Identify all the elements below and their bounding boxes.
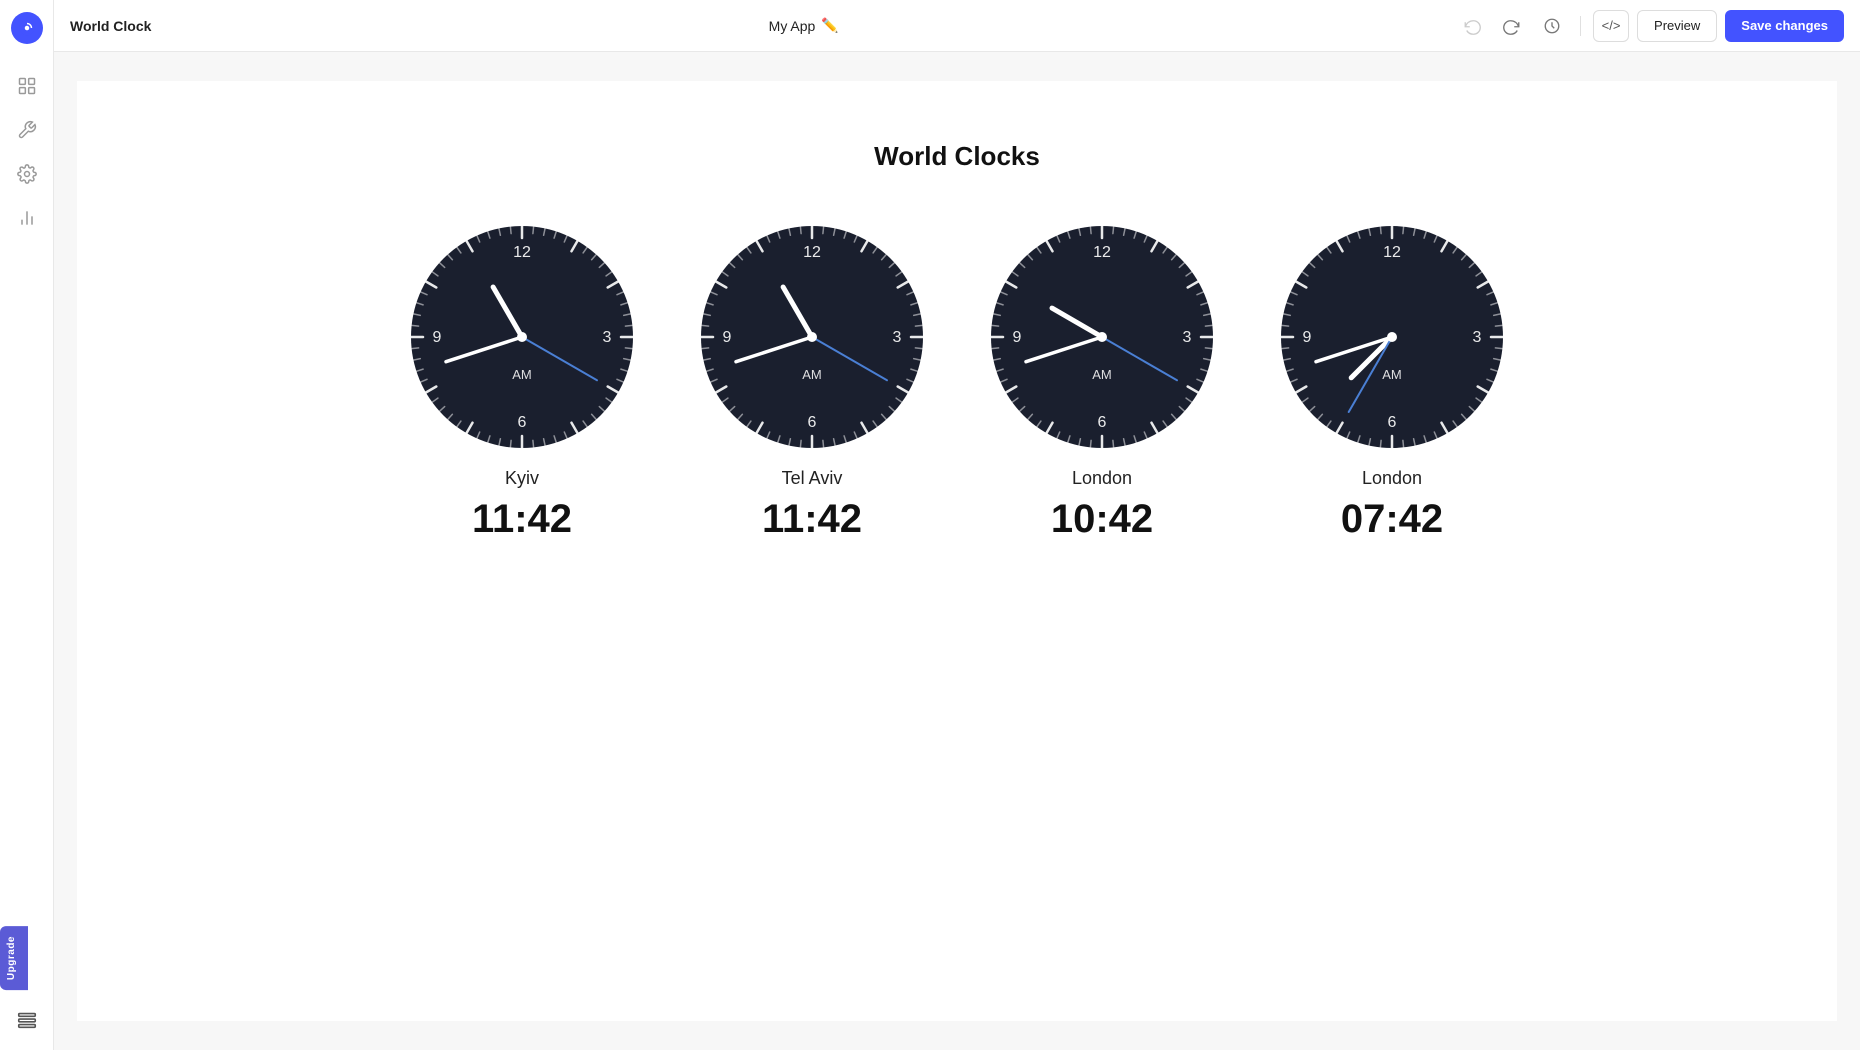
svg-text:12: 12 bbox=[1093, 244, 1111, 261]
svg-text:AM: AM bbox=[802, 367, 822, 382]
app-logo[interactable] bbox=[11, 12, 43, 44]
topbar: World Clock My App ✏️ bbox=[54, 0, 1860, 52]
canvas-area: World Clocks 12 3 6 9 AM Kyiv 11:42 12 3 6 9 AM… bbox=[54, 52, 1860, 1050]
code-button[interactable]: </> bbox=[1593, 10, 1629, 42]
clock-item: 12 3 6 9 AM London 07:42 bbox=[1277, 222, 1507, 542]
clock-face: 12 3 6 9 AM bbox=[987, 222, 1217, 452]
page-title: World Clocks bbox=[874, 141, 1040, 172]
clock-time: 11:42 bbox=[762, 497, 862, 542]
history-button[interactable] bbox=[1536, 10, 1568, 42]
canvas-content: World Clocks 12 3 6 9 AM Kyiv 11:42 12 3 6 9 AM… bbox=[77, 81, 1837, 1021]
tools-icon[interactable] bbox=[7, 110, 47, 150]
main-panel: World Clock My App ✏️ bbox=[54, 0, 1860, 1050]
svg-text:3: 3 bbox=[893, 329, 902, 346]
clock-face: 12 3 6 9 AM bbox=[1277, 222, 1507, 452]
svg-text:9: 9 bbox=[1013, 329, 1022, 346]
svg-text:3: 3 bbox=[603, 329, 612, 346]
svg-text:6: 6 bbox=[518, 414, 527, 431]
svg-text:12: 12 bbox=[803, 244, 821, 261]
svg-text:6: 6 bbox=[808, 414, 817, 431]
clock-city: London bbox=[1072, 468, 1132, 489]
undo-button[interactable] bbox=[1456, 10, 1488, 42]
preview-button[interactable]: Preview bbox=[1637, 10, 1717, 42]
app-name-label: My App bbox=[769, 18, 816, 34]
svg-text:6: 6 bbox=[1388, 414, 1397, 431]
clock-time: 07:42 bbox=[1341, 497, 1443, 542]
topbar-center: My App ✏️ bbox=[769, 17, 839, 34]
svg-text:9: 9 bbox=[1303, 329, 1312, 346]
clock-city: Kyiv bbox=[505, 468, 539, 489]
svg-text:3: 3 bbox=[1473, 329, 1482, 346]
upgrade-button[interactable]: Upgrade bbox=[0, 926, 28, 990]
svg-text:AM: AM bbox=[1382, 367, 1402, 382]
clock-item: 12 3 6 9 AM Kyiv 11:42 bbox=[407, 222, 637, 542]
edit-app-name-icon[interactable]: ✏️ bbox=[821, 17, 838, 34]
analytics-icon[interactable] bbox=[7, 198, 47, 238]
grid-icon[interactable] bbox=[7, 66, 47, 106]
clock-face: 12 3 6 9 AM bbox=[407, 222, 637, 452]
settings-icon[interactable] bbox=[7, 154, 47, 194]
svg-text:AM: AM bbox=[512, 367, 532, 382]
clock-city: London bbox=[1362, 468, 1422, 489]
clock-city: Tel Aviv bbox=[782, 468, 843, 489]
svg-text:9: 9 bbox=[433, 329, 442, 346]
clock-time: 10:42 bbox=[1051, 497, 1153, 542]
svg-text:6: 6 bbox=[1098, 414, 1107, 431]
clock-item: 12 3 6 9 AM London 10:42 bbox=[987, 222, 1217, 542]
svg-text:12: 12 bbox=[1383, 244, 1401, 261]
topbar-divider bbox=[1580, 16, 1581, 36]
svg-text:9: 9 bbox=[723, 329, 732, 346]
app-title: World Clock bbox=[70, 18, 151, 34]
save-changes-button[interactable]: Save changes bbox=[1725, 10, 1844, 42]
clock-time: 11:42 bbox=[472, 497, 572, 542]
sidebar: Upgrade bbox=[0, 0, 54, 1050]
clock-item: 12 3 6 9 AM Tel Aviv 11:42 bbox=[697, 222, 927, 542]
clocks-row: 12 3 6 9 AM Kyiv 11:42 12 3 6 9 AM Tel Aviv 11:4… bbox=[407, 222, 1507, 542]
svg-text:3: 3 bbox=[1183, 329, 1192, 346]
clock-face: 12 3 6 9 AM bbox=[697, 222, 927, 452]
svg-text:AM: AM bbox=[1092, 367, 1112, 382]
topbar-left: World Clock bbox=[70, 18, 151, 34]
menu-icon[interactable] bbox=[7, 1000, 47, 1040]
redo-button[interactable] bbox=[1496, 10, 1528, 42]
topbar-right: </> Preview Save changes bbox=[1456, 10, 1844, 42]
svg-text:12: 12 bbox=[513, 244, 531, 261]
